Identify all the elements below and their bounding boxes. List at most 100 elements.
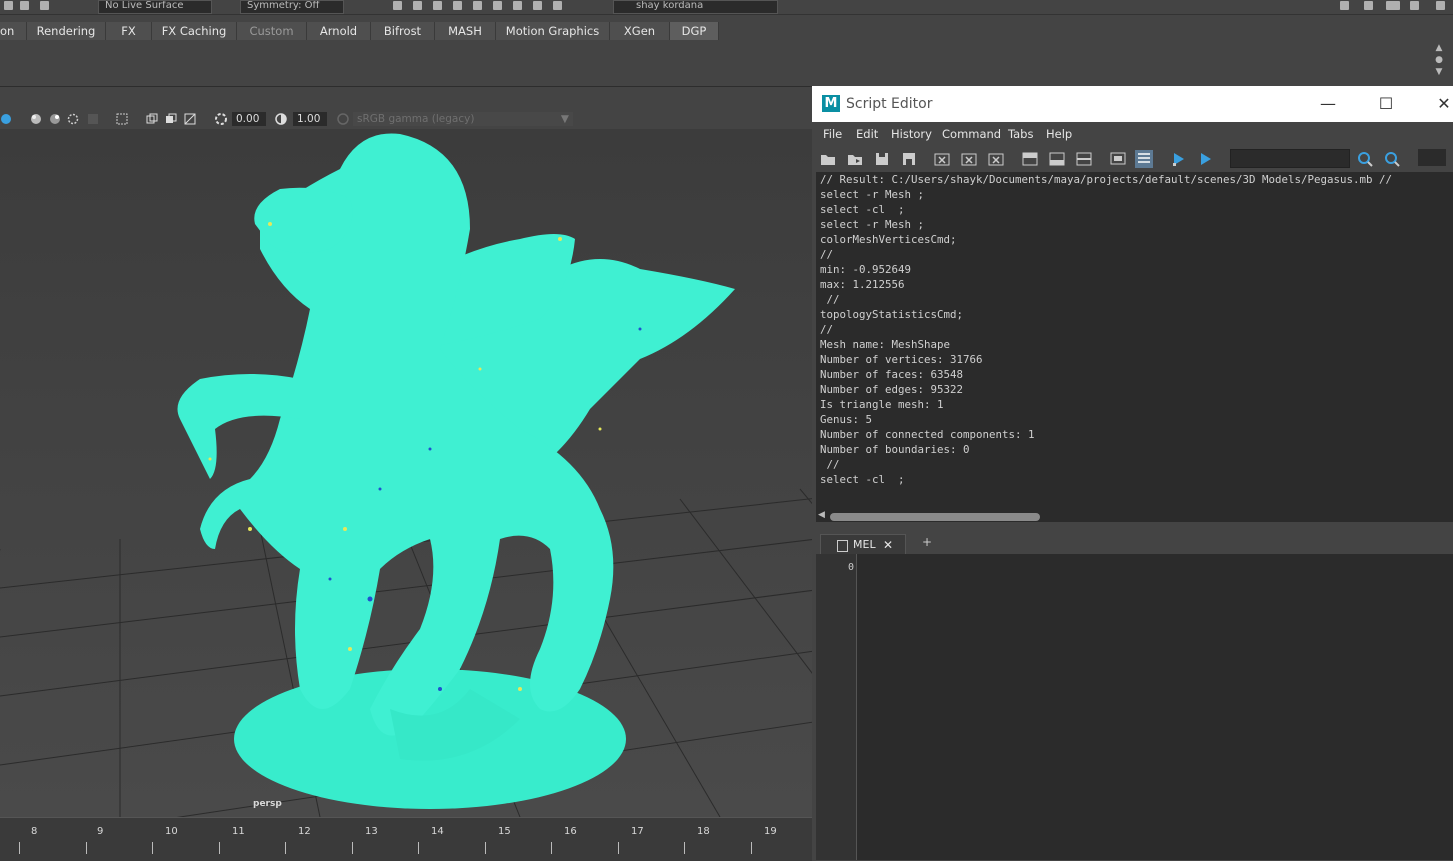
- output-line: select -cl ;: [820, 203, 905, 216]
- render-icon[interactable]: [413, 1, 422, 10]
- layout-icon[interactable]: [1386, 1, 1400, 10]
- tab-mel[interactable]: MEL ✕: [820, 534, 906, 555]
- shelf-tab-animation[interactable]: on: [0, 22, 27, 40]
- xray-icon[interactable]: [146, 113, 158, 125]
- symmetry-dropdown[interactable]: Symmetry: Off: [240, 0, 344, 14]
- menu-file[interactable]: File: [823, 127, 842, 141]
- frame-tick: [418, 842, 419, 854]
- close-tab-icon[interactable]: ✕: [883, 535, 893, 555]
- show-input-icon[interactable]: [1048, 150, 1066, 168]
- render-icon[interactable]: [533, 1, 542, 10]
- command-search-input[interactable]: [1230, 149, 1350, 168]
- render-icon[interactable]: [473, 1, 482, 10]
- render-icon[interactable]: [393, 1, 402, 10]
- gamma-icon[interactable]: [275, 113, 287, 125]
- execute-icon[interactable]: [1197, 150, 1215, 168]
- layout-icon[interactable]: [1410, 1, 1419, 10]
- tool-icon[interactable]: [20, 1, 29, 10]
- chevron-up-icon[interactable]: ▲: [1432, 42, 1446, 54]
- render-icon[interactable]: [453, 1, 462, 10]
- chevron-left-icon[interactable]: ◀: [818, 510, 825, 520]
- save-script-icon[interactable]: [873, 150, 891, 168]
- save-to-shelf-icon[interactable]: [900, 150, 918, 168]
- shelf-tab-mash[interactable]: MASH: [435, 22, 496, 40]
- open-script-icon[interactable]: [819, 150, 837, 168]
- script-editor-titlebar[interactable]: M Script Editor — ☐ ✕: [812, 86, 1453, 122]
- lighting-icon[interactable]: [49, 113, 61, 125]
- shelf-tab-arnold[interactable]: Arnold: [307, 22, 371, 40]
- tab-mel-label: MEL: [853, 538, 876, 551]
- status-line: No Live Surface Symmetry: Off shay korda…: [0, 0, 1453, 15]
- render-icon[interactable]: [513, 1, 522, 10]
- gamma-field[interactable]: 1.00: [293, 112, 327, 126]
- time-slider[interactable]: 8 9 10 11 12 13 14 15 16 17 18 19: [0, 817, 812, 861]
- menu-command[interactable]: Command: [942, 127, 1001, 141]
- isolate-select-icon[interactable]: [116, 113, 128, 125]
- frame-number: 17: [631, 826, 644, 837]
- search-icon[interactable]: [1356, 150, 1374, 168]
- menu-help[interactable]: Help: [1046, 127, 1072, 141]
- clear-all-icon[interactable]: [987, 150, 1005, 168]
- render-icon[interactable]: [493, 1, 502, 10]
- shelf-tab-dgp[interactable]: DGP: [670, 22, 719, 40]
- layout-icon[interactable]: [1364, 1, 1373, 10]
- xray-joints-icon[interactable]: [165, 113, 177, 125]
- viewport-persp[interactable]: persp: [0, 129, 812, 817]
- shelf-tab-bifrost[interactable]: Bifrost: [371, 22, 435, 40]
- scrollbar-thumb[interactable]: [830, 513, 1040, 521]
- render-icon[interactable]: [553, 1, 562, 10]
- ambient-occlusion-icon[interactable]: [87, 113, 99, 125]
- pegasus-mesh[interactable]: [177, 133, 736, 809]
- show-both-icon[interactable]: [1075, 150, 1093, 168]
- script-editor-window: M Script Editor — ☐ ✕ File Edit History …: [812, 86, 1453, 860]
- shelf-scroll-buttons[interactable]: ▲ ● ▼: [1432, 42, 1446, 78]
- output-line: topologyStatisticsCmd;: [820, 308, 964, 321]
- shelf-menu-icon[interactable]: ●: [1432, 54, 1446, 66]
- shelf-tab-rendering[interactable]: Rendering: [27, 22, 106, 40]
- layout-icon[interactable]: [1436, 1, 1445, 10]
- frame-tick: [86, 842, 87, 854]
- colorspace-dropdown[interactable]: sRGB gamma (legacy) ▼: [353, 112, 573, 126]
- menu-edit[interactable]: Edit: [856, 127, 878, 141]
- color-management-icon[interactable]: [337, 113, 349, 125]
- add-tab-button[interactable]: +: [922, 535, 932, 549]
- tool-icon[interactable]: [4, 1, 13, 10]
- smooth-shade-icon[interactable]: [30, 113, 42, 125]
- output-line: select -cl ;: [820, 473, 905, 486]
- user-account-dropdown[interactable]: shay kordana: [613, 0, 778, 14]
- frame-number: 19: [764, 826, 777, 837]
- output-horizontal-scrollbar[interactable]: ◀: [816, 510, 1453, 522]
- font-size-field[interactable]: [1418, 149, 1446, 166]
- show-line-numbers-icon[interactable]: [1135, 150, 1153, 168]
- shadow-icon[interactable]: [67, 113, 79, 125]
- search-next-icon[interactable]: [1383, 150, 1401, 168]
- shelf-tab-fx[interactable]: FX: [106, 22, 152, 40]
- frame-number: 18: [697, 826, 710, 837]
- tool-icon[interactable]: [40, 1, 49, 10]
- menu-tabs[interactable]: Tabs: [1008, 127, 1033, 141]
- execute-all-icon[interactable]: [1170, 150, 1188, 168]
- shelf-tab-motion-graphics[interactable]: Motion Graphics: [496, 22, 610, 40]
- exposure-icon[interactable]: [215, 113, 227, 125]
- clear-input-icon[interactable]: [960, 150, 978, 168]
- render-icon[interactable]: [433, 1, 442, 10]
- layout-icon[interactable]: [1340, 1, 1349, 10]
- menu-history[interactable]: History: [891, 127, 932, 141]
- backface-icon[interactable]: [184, 113, 196, 125]
- shelf-tab-xgen[interactable]: XGen: [610, 22, 670, 40]
- clear-history-icon[interactable]: [933, 150, 951, 168]
- live-surface-field[interactable]: No Live Surface: [98, 0, 212, 14]
- shelf-tab-fx-caching[interactable]: FX Caching: [152, 22, 237, 40]
- echo-commands-icon[interactable]: [1109, 150, 1127, 168]
- shelf-tab-custom[interactable]: Custom: [237, 22, 307, 40]
- shading-icon[interactable]: [0, 113, 12, 125]
- exposure-field[interactable]: 0.00: [232, 112, 266, 126]
- close-button[interactable]: ✕: [1429, 92, 1453, 116]
- chevron-down-icon[interactable]: ▼: [1432, 66, 1446, 78]
- maximize-button[interactable]: ☐: [1371, 92, 1401, 116]
- source-script-icon[interactable]: [846, 150, 864, 168]
- show-history-icon[interactable]: [1021, 150, 1039, 168]
- minimize-button[interactable]: —: [1313, 92, 1343, 116]
- script-input-area[interactable]: 0: [816, 554, 1453, 860]
- script-history-output[interactable]: // Result: C:/Users/shayk/Documents/maya…: [816, 172, 1453, 512]
